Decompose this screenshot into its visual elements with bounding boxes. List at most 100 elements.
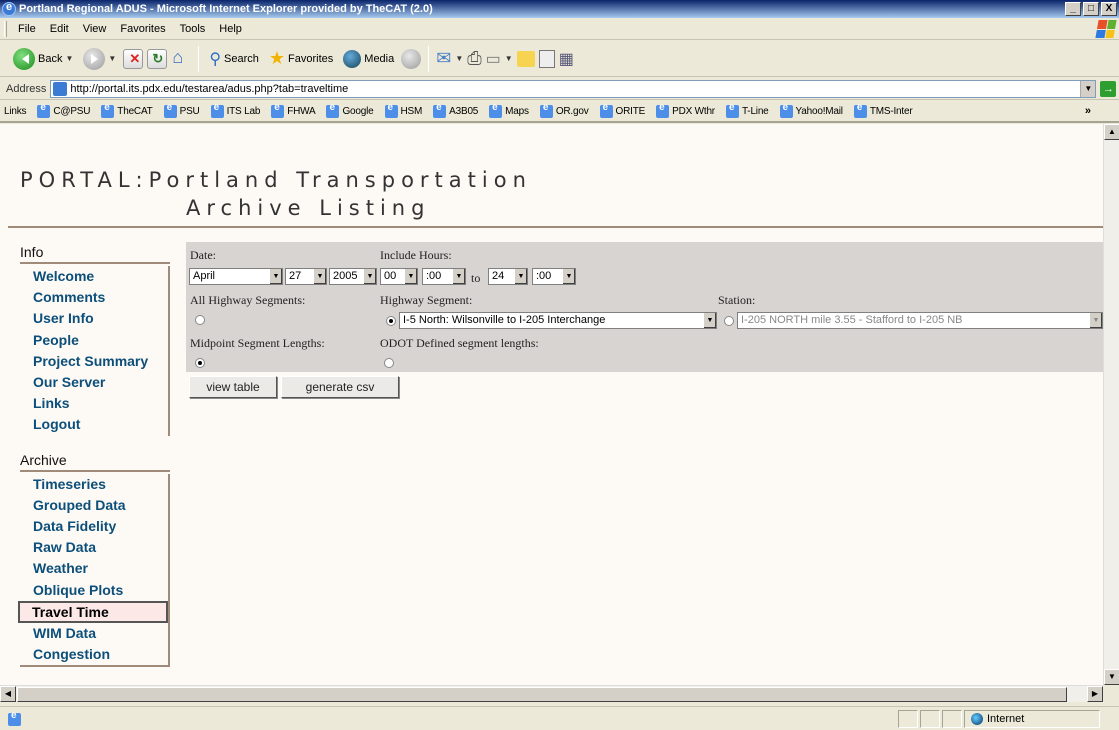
link-item[interactable]: OR.gov <box>539 102 589 118</box>
sidebar-item-grouped-data[interactable]: Grouped Data <box>20 495 168 516</box>
home-icon[interactable]: ⌂ <box>171 47 191 69</box>
highway-segment-select[interactable]: I-5 North: Wilsonville to I-205 Intercha… <box>399 312 717 329</box>
favorites-star-icon: ★ <box>268 48 286 68</box>
horizontal-scrollbar[interactable]: ◀ ▶ <box>0 685 1103 702</box>
refresh-icon[interactable]: ↻ <box>147 48 168 69</box>
link-item[interactable]: Google <box>326 102 374 118</box>
address-dropdown-icon[interactable]: ▼ <box>1080 80 1096 97</box>
link-item[interactable]: ITS Lab <box>210 102 260 118</box>
sidebar-item-links[interactable]: Links <box>20 393 168 414</box>
link-item[interactable]: A3B05 <box>433 102 478 118</box>
media-button[interactable]: Media <box>340 48 397 70</box>
link-item[interactable]: HSM <box>384 102 422 118</box>
start-minute-select[interactable]: :00 ▼ <box>422 268 466 285</box>
menu-edit[interactable]: Edit <box>50 23 69 35</box>
scroll-left-icon[interactable]: ◀ <box>0 686 16 702</box>
chevron-down-icon: ▼ <box>562 269 575 284</box>
end-minute-select[interactable]: :00 ▼ <box>532 268 576 285</box>
menu-file[interactable]: File <box>18 23 36 35</box>
favorites-button[interactable]: ★ Favorites <box>266 46 336 71</box>
menu-tools[interactable]: Tools <box>180 23 206 35</box>
links-label: Links <box>4 105 27 117</box>
security-zone: Internet <box>964 710 1100 728</box>
messenger-icon[interactable] <box>538 49 555 68</box>
odot-lengths-label: ODOT Defined segment lengths: <box>380 336 539 350</box>
scroll-up-icon[interactable]: ▲ <box>1104 124 1119 140</box>
search-button[interactable]: ⚲ Search <box>206 47 262 71</box>
sidebar-item-data-fidelity[interactable]: Data Fidelity <box>20 516 168 537</box>
address-input[interactable]: http://portal.its.pdx.edu/testarea/adus.… <box>50 79 1097 98</box>
link-item[interactable]: ORITE <box>599 102 645 118</box>
start-hour-select[interactable]: 00 ▼ <box>380 268 418 285</box>
discuss-icon[interactable] <box>516 50 535 67</box>
forward-button[interactable]: ▼ <box>80 46 119 72</box>
link-item[interactable]: C@PSU <box>37 102 90 118</box>
sidebar-item-our-server[interactable]: Our Server <box>20 372 168 393</box>
link-item[interactable]: Yahoo!Mail <box>779 102 843 118</box>
sidebar-item-project-summary[interactable]: Project Summary <box>20 351 168 372</box>
horizontal-scroll-thumb[interactable] <box>17 687 1067 702</box>
chevron-down-icon: ▼ <box>514 269 527 284</box>
link-item[interactable]: T-Line <box>725 102 769 118</box>
sidebar-item-logout[interactable]: Logout <box>20 414 168 435</box>
sidebar-item-wim-data[interactable]: WIM Data <box>20 623 168 644</box>
day-select[interactable]: 27 ▼ <box>285 268 327 285</box>
link-item[interactable]: PDX Wthr <box>656 102 715 118</box>
header-divider <box>8 226 1103 228</box>
scroll-down-icon[interactable]: ▼ <box>1104 669 1119 685</box>
stop-icon[interactable]: ✕ <box>123 48 144 69</box>
sidebar-item-oblique-plots[interactable]: Oblique Plots <box>20 580 168 601</box>
sidebar-item-travel-time[interactable]: Travel Time <box>18 600 168 623</box>
minimize-button[interactable]: _ <box>1065 2 1081 16</box>
close-button[interactable]: X <box>1101 2 1117 16</box>
end-hour-select[interactable]: 24 ▼ <box>488 268 528 285</box>
go-button[interactable]: → Go <box>1100 80 1119 97</box>
highway-segment-radio[interactable] <box>386 316 396 326</box>
ie-page-icon <box>101 102 115 118</box>
view-table-button[interactable]: view table <box>189 376 277 398</box>
chevron-down-icon: ▼ <box>452 269 465 284</box>
sidebar-item-congestion[interactable]: Congestion <box>20 644 168 665</box>
odot-lengths-radio[interactable] <box>384 358 394 368</box>
sidebar-item-welcome[interactable]: Welcome <box>20 266 168 287</box>
sidebar-item-raw-data[interactable]: Raw Data <box>20 537 168 558</box>
sidebar-item-weather[interactable]: Weather <box>20 558 168 579</box>
menu-help[interactable]: Help <box>219 23 242 35</box>
sidebar-item-comments[interactable]: Comments <box>20 287 168 308</box>
midpoint-lengths-radio[interactable] <box>195 358 205 368</box>
station-radio[interactable] <box>724 316 734 326</box>
menu-view[interactable]: View <box>83 23 107 35</box>
maximize-button[interactable]: □ <box>1083 2 1099 16</box>
edit-icon[interactable]: ▭ <box>486 49 501 69</box>
station-select[interactable]: I-205 NORTH mile 3.55 - Stafford to I-20… <box>737 312 1103 329</box>
print-icon[interactable]: ⎙ <box>467 48 481 69</box>
search-icon: ⚲ <box>209 50 222 68</box>
page-content: PORTAL:Portland Transportation Archive L… <box>0 124 1103 685</box>
link-item[interactable]: FHWA <box>271 102 316 118</box>
highway-segment-label: Highway Segment: <box>380 293 473 307</box>
link-item[interactable]: TheCAT <box>101 102 153 118</box>
mail-icon[interactable]: ✉ <box>436 48 451 69</box>
research-icon[interactable]: ▦ <box>559 49 574 69</box>
link-item[interactable]: Maps <box>489 102 529 118</box>
link-item[interactable]: PSU <box>163 102 200 118</box>
link-item[interactable]: TMS-Inter <box>853 102 913 118</box>
menu-favorites[interactable]: Favorites <box>120 23 165 35</box>
generate-csv-button[interactable]: generate csv <box>281 376 399 398</box>
sidebar-item-user-info[interactable]: User Info <box>20 308 168 329</box>
ie-page-icon <box>725 102 739 118</box>
sidebar-item-timeseries[interactable]: Timeseries <box>20 474 168 495</box>
page-title-line1: PORTAL:Portland Transportation <box>20 168 532 192</box>
sidebar-item-people[interactable]: People <box>20 330 168 351</box>
ie-logo-icon <box>2 1 16 16</box>
vertical-scrollbar[interactable]: ▲ ▼ <box>1103 124 1119 685</box>
year-select[interactable]: 2005 ▼ <box>329 268 377 285</box>
scroll-right-icon[interactable]: ▶ <box>1087 686 1103 702</box>
back-button[interactable]: Back ▼ <box>10 46 76 72</box>
month-select[interactable]: April ▼ <box>189 268 283 285</box>
links-overflow-icon[interactable]: » <box>1085 105 1091 117</box>
all-segments-radio[interactable] <box>195 315 205 325</box>
history-icon[interactable] <box>401 48 422 69</box>
links-bar: Links C@PSU TheCAT PSU ITS Lab FHWA Goog… <box>0 101 1119 123</box>
chevron-down-icon: ▼ <box>269 269 282 284</box>
